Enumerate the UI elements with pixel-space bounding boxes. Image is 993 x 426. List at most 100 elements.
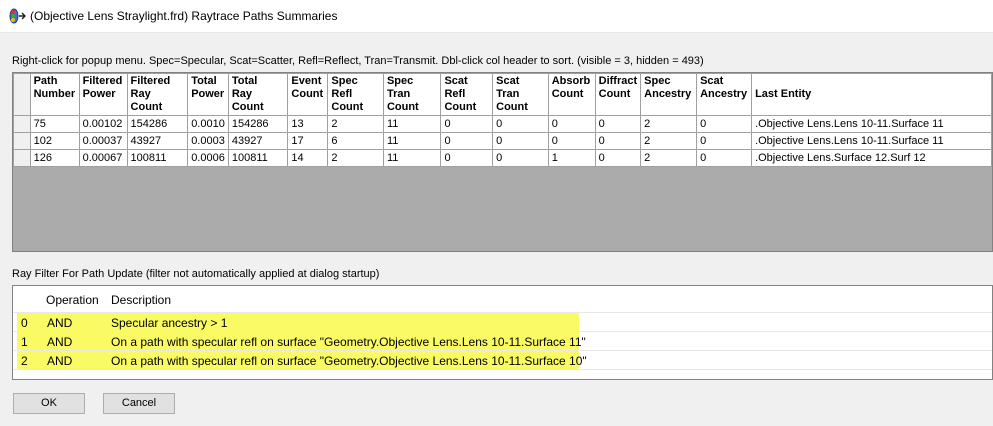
table-cell: 43927 (227, 132, 289, 150)
window-title: (Objective Lens Straylight.frd) Raytrace… (30, 9, 338, 23)
column-header[interactable]: Scat Tran Count (492, 73, 549, 116)
column-header[interactable]: Filtered Power (78, 73, 128, 116)
ok-button[interactable]: OK (13, 393, 85, 414)
column-header-label: Path (33, 75, 58, 87)
table-cell: 43927 (126, 132, 189, 150)
row-header[interactable] (13, 132, 31, 150)
table-cell: 2 (640, 115, 698, 133)
column-header[interactable]: Total Ray Count (227, 73, 289, 116)
column-header-label: Ancestry (644, 88, 692, 100)
filter-row[interactable]: 1 AND On a path with specular refl on su… (17, 332, 586, 350)
column-header[interactable]: Total Power (187, 73, 229, 116)
table-cell: 0 (594, 149, 642, 167)
table-cell: 2 (640, 149, 698, 167)
table-cell: 11 (382, 149, 442, 167)
column-header-label: Ancestry (700, 88, 748, 100)
table-cell: 0 (492, 149, 549, 167)
column-header-label: Spec Refl (331, 75, 358, 100)
column-header-label: Filtered (82, 75, 123, 87)
column-header-label: Scat Tran (496, 75, 520, 100)
filter-label: Ray Filter For Path Update (filter not a… (12, 268, 380, 280)
table-row[interactable]: 75 0.00102 154286 0.0010 154286 13 2 11 0 0 0 0 2 0 .O… (13, 115, 992, 133)
table-cell: 75 (29, 115, 80, 133)
column-header[interactable]: Diffract Count (594, 73, 642, 116)
filter-row[interactable]: 0 AND Specular ancestry > 1 (17, 313, 579, 331)
paths-table: Path Number Filtered Power Filtered Ray Count… (13, 73, 992, 167)
column-header-label: Total (191, 75, 217, 87)
column-header-label: Spec (644, 75, 671, 87)
table-cell: 6 (327, 132, 384, 150)
table-cell: 0 (594, 132, 642, 150)
column-header-label: Scat (700, 75, 724, 87)
paths-grid[interactable]: Path Number Filtered Power Filtered Ray Count… (12, 72, 993, 252)
table-cell: 0.00037 (78, 132, 128, 150)
column-header-label: Count (551, 88, 584, 100)
description-header[interactable]: Description (111, 293, 171, 307)
column-header[interactable]: Path Number (29, 73, 80, 116)
table-cell: 0.00102 (78, 115, 128, 133)
filter-index: 1 (21, 335, 28, 349)
table-cell: 100811 (126, 149, 189, 167)
filter-row[interactable]: 2 AND On a path with specular refl on su… (17, 351, 587, 369)
column-header-label: Count (386, 101, 419, 113)
column-header-label: Count (496, 101, 528, 113)
column-header-label: Count (444, 101, 477, 113)
column-header-label: Power (82, 88, 116, 100)
row-header[interactable] (13, 115, 31, 133)
corner-header (13, 73, 31, 116)
column-header[interactable]: Spec Ancestry (640, 73, 698, 116)
table-cell: 2 (327, 115, 384, 133)
table-header-row: Path Number Filtered Power Filtered Ray Count… (13, 73, 992, 116)
column-header[interactable]: Spec Tran Count (382, 73, 442, 116)
app-icon (9, 8, 26, 24)
column-header-label: Last Entity (755, 88, 812, 100)
operation-header[interactable]: Operation (46, 293, 99, 307)
column-header-label: Diffract (598, 75, 638, 87)
column-header[interactable]: Last Entity (751, 73, 992, 116)
column-header-label: Absorb (551, 75, 591, 87)
row-header[interactable] (13, 149, 31, 167)
column-header-label: Scat Refl (444, 75, 468, 100)
table-cell: 13 (287, 115, 329, 133)
column-header[interactable]: Filtered Ray Count (126, 73, 189, 116)
table-cell: 0 (547, 132, 596, 150)
column-header[interactable]: Absorb Count (547, 73, 596, 116)
table-cell: 0 (696, 132, 753, 150)
table-cell: .Objective Lens.Lens 10-11.Surface 11 (751, 132, 992, 150)
table-row[interactable]: 126 0.00067 100811 0.0006 100811 14 2 11 0 0 1 0 2 0.… (13, 149, 992, 167)
cancel-button[interactable]: Cancel (103, 393, 175, 414)
table-cell: 0 (440, 115, 494, 133)
filter-operation: AND (47, 335, 73, 349)
column-header[interactable]: Event Count (287, 73, 329, 116)
table-row[interactable]: 102 0.00037 43927 0.0003 43927 17 6 11 0 0 0 0 2 0 .Ob… (13, 132, 992, 150)
table-cell: 0 (440, 149, 494, 167)
filter-list[interactable]: Operation Description 0 AND Specular anc… (12, 285, 993, 380)
column-header[interactable]: Scat Ancestry (696, 73, 753, 116)
column-header-label: Event (291, 75, 322, 87)
filter-index: 0 (21, 316, 28, 330)
title-bar: (Objective Lens Straylight.frd) Raytrace… (0, 0, 993, 33)
table-cell: 102 (29, 132, 80, 150)
column-header-label: Total (231, 75, 258, 87)
column-header-label: Count (291, 88, 324, 100)
table-cell: 0 (492, 132, 549, 150)
table-cell: 0 (696, 149, 753, 167)
table-cell: .Objective Lens.Surface 12.Surf 12 (751, 149, 992, 167)
help-hint: Right-click for popup menu. Spec=Specula… (12, 55, 704, 67)
table-cell: 2 (640, 132, 698, 150)
table-cell: 0.0003 (187, 132, 229, 150)
column-header-label: Number (33, 88, 76, 100)
column-header-label: Count (598, 88, 631, 100)
table-cell: 154286 (227, 115, 289, 133)
column-header-label: Ray Count (231, 88, 264, 113)
column-header-label: Spec Tran (386, 75, 414, 100)
table-cell: 17 (287, 132, 329, 150)
table-cell: 0 (547, 115, 596, 133)
filter-operation: AND (47, 354, 73, 368)
table-cell: 0.0010 (187, 115, 229, 133)
column-header[interactable]: Spec Refl Count (327, 73, 384, 116)
table-cell: .Objective Lens.Lens 10-11.Surface 11 (751, 115, 992, 133)
table-cell: 100811 (227, 149, 289, 167)
column-header[interactable]: Scat Refl Count (440, 73, 494, 116)
table-cell: 11 (382, 115, 442, 133)
